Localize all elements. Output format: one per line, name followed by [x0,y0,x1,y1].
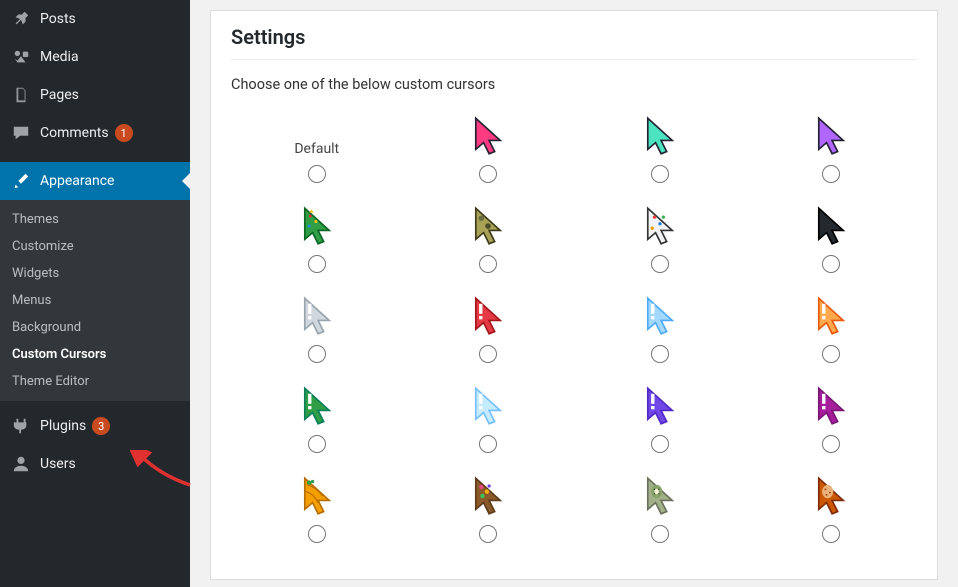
submenu-widgets[interactable]: Widgets [0,260,190,287]
menu-users[interactable]: Users [0,445,190,483]
cursor-option-violet-excl[interactable] [574,385,746,453]
media-icon [10,48,32,66]
cursor-radio-default[interactable] [308,165,326,183]
comments-badge: 1 [115,124,133,142]
settings-panel: Settings Choose one of the below custom … [210,10,938,580]
cursor-radio-lightblue-excl[interactable] [651,345,669,363]
cursor-preview-icon [299,205,335,247]
cursor-preview-icon [470,295,506,337]
menu-label: Plugins [40,418,86,434]
menu-label: Media [40,49,79,65]
cursor-option-fruit[interactable] [403,475,575,543]
cursor-preview-icon [642,295,678,337]
cursor-default-label: Default [294,115,339,157]
admin-sidebar: Posts Media Pages Comments 1 Appearance … [0,0,190,587]
cursor-radio-fruit[interactable] [479,525,497,543]
appearance-submenu: Themes Customize Widgets Menus Backgroun… [0,200,190,401]
cursor-option-pixel-teal[interactable] [574,115,746,183]
plugin-icon [10,417,32,435]
menu-plugins[interactable]: Plugins 3 [0,407,190,445]
page-title: Settings [231,25,917,60]
cursor-preview-icon [642,115,678,157]
cursor-option-toast[interactable] [746,475,918,543]
cursor-preview-icon [813,385,849,427]
cursor-option-camo[interactable] [403,205,575,273]
menu-media[interactable]: Media [0,38,190,76]
cursor-option-paleblue-excl[interactable] [403,385,575,453]
cursor-radio-pixel-purple[interactable] [822,165,840,183]
submenu-customize[interactable]: Customize [0,233,190,260]
cursor-preview-icon [470,205,506,247]
cursor-radio-gray-excl[interactable] [308,345,326,363]
cursor-option-green-excl[interactable] [231,385,403,453]
cursor-preview-icon [470,385,506,427]
menu-label: Posts [40,11,76,27]
cursor-radio-red-excl[interactable] [479,345,497,363]
page-icon [10,86,32,104]
cursor-preview-icon [813,475,849,517]
cursor-radio-green-excl[interactable] [308,435,326,453]
cursor-radio-paleblue-excl[interactable] [479,435,497,453]
cursor-preview-icon [813,205,849,247]
menu-label: Pages [40,87,79,103]
comment-icon [10,124,32,142]
cursor-preview-icon [299,475,335,517]
cursor-option-red-excl[interactable] [403,295,575,363]
menu-label: Users [40,456,76,472]
submenu-menus[interactable]: Menus [0,287,190,314]
submenu-themes[interactable]: Themes [0,206,190,233]
cursor-option-confetti[interactable] [574,205,746,273]
menu-posts[interactable]: Posts [0,0,190,38]
menu-label: Comments [40,125,109,141]
cursor-radio-magenta-excl[interactable] [822,435,840,453]
cursor-radio-pixel-red[interactable] [479,165,497,183]
cursor-option-magenta-excl[interactable] [746,385,918,453]
cursor-preview-icon [642,205,678,247]
cursor-option-gray-excl[interactable] [231,295,403,363]
cursor-radio-kiwi[interactable] [651,525,669,543]
menu-appearance[interactable]: Appearance [0,162,190,200]
menu-pages[interactable]: Pages [0,76,190,114]
cursor-radio-tree[interactable] [308,255,326,273]
cursor-radio-camo[interactable] [479,255,497,273]
thumbtack-icon [10,10,32,28]
submenu-custom-cursors[interactable]: Custom Cursors [0,341,190,368]
brush-icon [10,172,32,190]
cursor-radio-orange-excl[interactable] [822,345,840,363]
cursor-option-wood-orange[interactable] [231,475,403,543]
submenu-theme-editor[interactable]: Theme Editor [0,368,190,395]
cursor-radio-confetti[interactable] [651,255,669,273]
cursor-preview-icon [470,115,506,157]
cursor-option-pixel-red[interactable] [403,115,575,183]
cursor-radio-violet-excl[interactable] [651,435,669,453]
cursor-option-tree[interactable] [231,205,403,273]
cursor-option-kiwi[interactable] [574,475,746,543]
cursor-option-lightblue-excl[interactable] [574,295,746,363]
cursor-preview-icon [642,385,678,427]
cursor-option-dark[interactable] [746,205,918,273]
cursor-preview-icon [813,295,849,337]
cursor-option-orange-excl[interactable] [746,295,918,363]
cursor-grid: Default [231,115,917,543]
user-icon [10,455,32,473]
cursor-preview-icon [299,295,335,337]
submenu-background[interactable]: Background [0,314,190,341]
menu-label: Appearance [40,173,114,189]
cursor-radio-pixel-teal[interactable] [651,165,669,183]
plugins-badge: 3 [92,417,110,435]
cursor-preview-icon [299,385,335,427]
cursor-preview-icon [470,475,506,517]
cursor-preview-icon [642,475,678,517]
content-area: Settings Choose one of the below custom … [190,0,958,587]
cursor-option-pixel-purple[interactable] [746,115,918,183]
cursor-option-default[interactable]: Default [231,115,403,183]
cursor-preview-icon [813,115,849,157]
cursor-radio-toast[interactable] [822,525,840,543]
menu-comments[interactable]: Comments 1 [0,114,190,152]
cursor-radio-wood-orange[interactable] [308,525,326,543]
settings-description: Choose one of the below custom cursors [231,76,917,93]
cursor-radio-dark[interactable] [822,255,840,273]
